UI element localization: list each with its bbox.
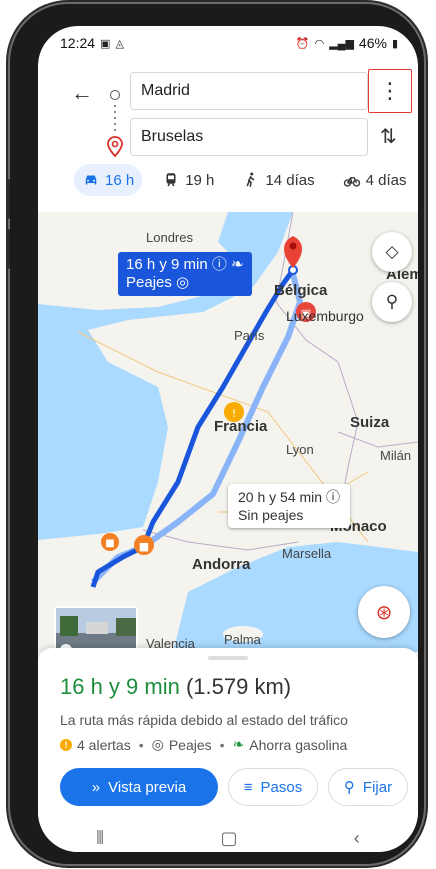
tab-bike-label: 4 días	[365, 171, 407, 189]
origin-input[interactable]: Madrid	[130, 72, 368, 110]
route-distance: (1.579 km)	[185, 674, 292, 699]
notification-icon: ◬	[115, 37, 124, 50]
alerts-chip[interactable]: 4 alertas	[77, 737, 131, 753]
tab-car-label: 16 h	[105, 171, 135, 189]
wifi-icon: ◠	[314, 37, 325, 50]
map-label-suiza: Suiza	[350, 414, 390, 431]
tab-car[interactable]: 16 h	[74, 164, 143, 196]
steps-button[interactable]: ≡ Pasos	[228, 768, 318, 806]
home-icon[interactable]: ▢	[220, 828, 237, 849]
back-arrow-icon[interactable]: ←	[70, 80, 94, 106]
volume-button	[6, 179, 10, 219]
more-options-button[interactable]: ⋮	[368, 69, 412, 113]
origin-dot-icon	[110, 90, 120, 100]
list-icon: ≡	[243, 778, 253, 796]
map-label-londres: Londres	[146, 230, 193, 245]
swap-icon[interactable]: ⇅	[380, 124, 397, 149]
map-view[interactable]: ! ■ ■ ▣ Londres Bélgica Alem Luxemburgo …	[38, 212, 418, 652]
pin-icon: ⚲	[343, 779, 355, 796]
map-label-andorra: Andorra	[192, 556, 251, 573]
layers-icon: ◇	[385, 242, 399, 261]
tab-transit[interactable]: 19 h	[154, 164, 222, 196]
map-label-paris: París	[234, 328, 265, 343]
destination-pin-icon	[107, 136, 123, 158]
eco-leaf-icon: ❧	[231, 256, 244, 273]
eco-leaf-icon: ❧	[232, 736, 245, 752]
street-view-image	[56, 608, 136, 652]
travel-mode-tabs: 16 h 19 h 14 días 4 días	[74, 164, 415, 196]
alt-route-time: 20 h y 54 min	[238, 489, 323, 505]
alarm-icon: ⏰	[295, 37, 310, 50]
search-icon: ⚲	[385, 292, 399, 311]
fast-route-tolls: Peajes	[126, 274, 172, 291]
map-label-luxemburgo: Luxemburgo	[286, 308, 364, 324]
route-chips: ! 4 alertas • ◎ Peajes • ❧ Ahorra gasoli…	[60, 736, 347, 753]
map-label-palma: Palma	[224, 632, 261, 647]
map-label-milan: Milán	[380, 448, 412, 463]
map-label-lyon: Lyon	[286, 442, 314, 457]
bike-icon	[343, 177, 360, 187]
fuel-chip[interactable]: Ahorra gasolina	[249, 737, 347, 753]
back-icon[interactable]: ‹	[354, 828, 360, 849]
layers-button[interactable]: ◇	[372, 232, 412, 272]
info-icon: ⓘ	[211, 256, 227, 273]
alt-route-callout[interactable]: 20 h y 54 min ⓘ Sin peajes	[228, 484, 350, 528]
fast-route-time: 16 h y 9 min	[126, 256, 208, 273]
tab-walk-label: 14 días	[265, 171, 315, 189]
svg-text:■: ■	[105, 538, 114, 549]
chip-separator: •	[138, 736, 144, 753]
svg-text:■: ■	[139, 540, 149, 553]
system-navbar: ⦀ ▢ ‹	[38, 824, 418, 852]
preview-button-label: Vista previa	[108, 778, 187, 796]
volume-button	[6, 229, 10, 269]
car-icon	[85, 175, 97, 185]
walk-icon	[246, 172, 255, 187]
train-icon	[166, 173, 176, 187]
tolls-chip[interactable]: Peajes	[169, 737, 212, 753]
toll-icon: ◎	[151, 736, 164, 752]
recenter-button[interactable]: ⊛	[358, 586, 410, 638]
map-label-belgica: Bélgica	[274, 282, 328, 299]
pin-button-label: Fijar	[362, 778, 393, 796]
battery-icon: ▮	[391, 37, 398, 50]
route-actions: » Vista previa ≡ Pasos ⚲ Fijar	[60, 768, 408, 806]
search-button[interactable]: ⚲	[372, 282, 412, 322]
signal-icon: ▂▄▆	[329, 37, 354, 50]
route-connector	[114, 105, 116, 131]
alt-route-tolls: Sin peajes	[238, 507, 304, 523]
tab-bike[interactable]: 4 días	[335, 164, 415, 196]
map-label-francia: Francia	[214, 418, 268, 435]
route-summary: 16 h y 9 min (1.579 km)	[60, 674, 291, 700]
status-bar: 12:24 ▣ ◬ ⏰ ◠ ▂▄▆ 46% ▮	[38, 26, 418, 60]
route-duration: 16 h y 9 min	[60, 674, 180, 699]
status-time: 12:24	[60, 35, 96, 51]
sheet-drag-handle[interactable]	[208, 656, 248, 660]
tab-walk[interactable]: 14 días	[234, 164, 322, 196]
battery-level: 46%	[358, 35, 387, 51]
pin-button[interactable]: ⚲ Fijar	[328, 768, 408, 806]
gallery-icon: ▣	[100, 37, 111, 50]
route-reason: La ruta más rápida debido al estado del …	[60, 712, 348, 728]
toll-icon: ◎	[176, 274, 190, 291]
recent-apps-icon[interactable]: ⦀	[96, 828, 104, 849]
compass-icon: ⊛	[375, 601, 393, 624]
street-view-thumbnail[interactable]	[54, 606, 138, 652]
destination-input[interactable]: Bruselas	[130, 118, 368, 156]
phone-screen: 12:24 ▣ ◬ ⏰ ◠ ▂▄▆ 46% ▮ ← Madrid Brusela…	[38, 26, 418, 852]
fast-route-callout[interactable]: 16 h y 9 min ⓘ ❧ Peajes ◎	[118, 252, 252, 296]
chip-separator: •	[219, 736, 225, 753]
steps-button-label: Pasos	[260, 778, 303, 796]
preview-button[interactable]: » Vista previa	[60, 768, 218, 806]
route-summary-sheet: 16 h y 9 min (1.579 km) La ruta más rápi…	[38, 648, 418, 852]
alert-icon: !	[60, 738, 72, 751]
tab-transit-label: 19 h	[185, 171, 215, 189]
info-icon: ⓘ	[325, 489, 340, 505]
map-label-marsella: Marsella	[282, 546, 332, 561]
fast-forward-icon: »	[91, 778, 101, 796]
